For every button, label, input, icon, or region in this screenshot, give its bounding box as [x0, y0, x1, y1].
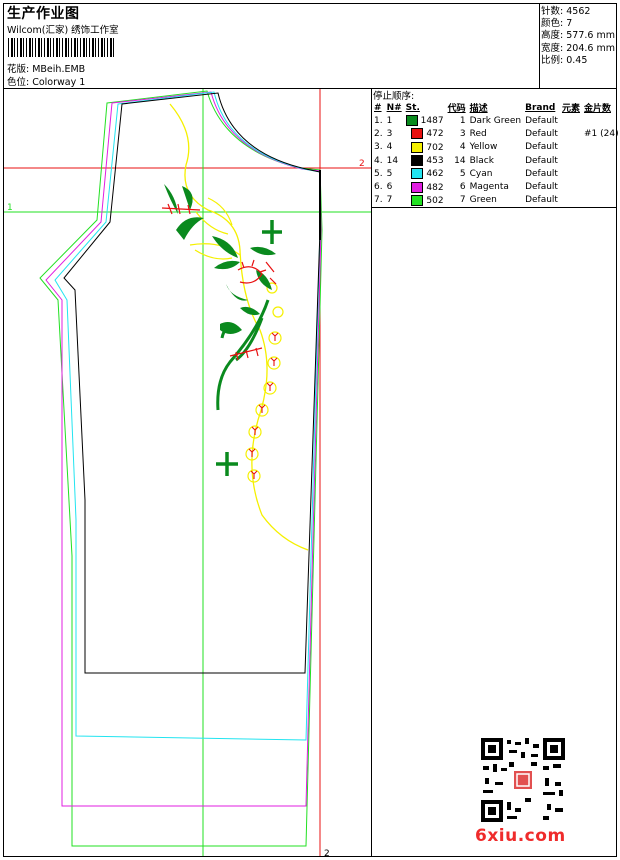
embroidery-drawing: 2 2 1 [4, 89, 565, 859]
outline-magenta [45, 91, 322, 807]
watermark-logo: 6xiu.com [475, 826, 566, 846]
outline-black [63, 92, 321, 674]
red-y-marks [248, 332, 279, 479]
green-stems [216, 299, 270, 411]
qr-code-icon [481, 738, 565, 822]
green-line-marker-h: 1 [7, 203, 13, 213]
outline-green [39, 90, 323, 847]
red-line-marker-h: 2 [359, 159, 365, 169]
red-line-marker-v: 2 [324, 849, 330, 859]
